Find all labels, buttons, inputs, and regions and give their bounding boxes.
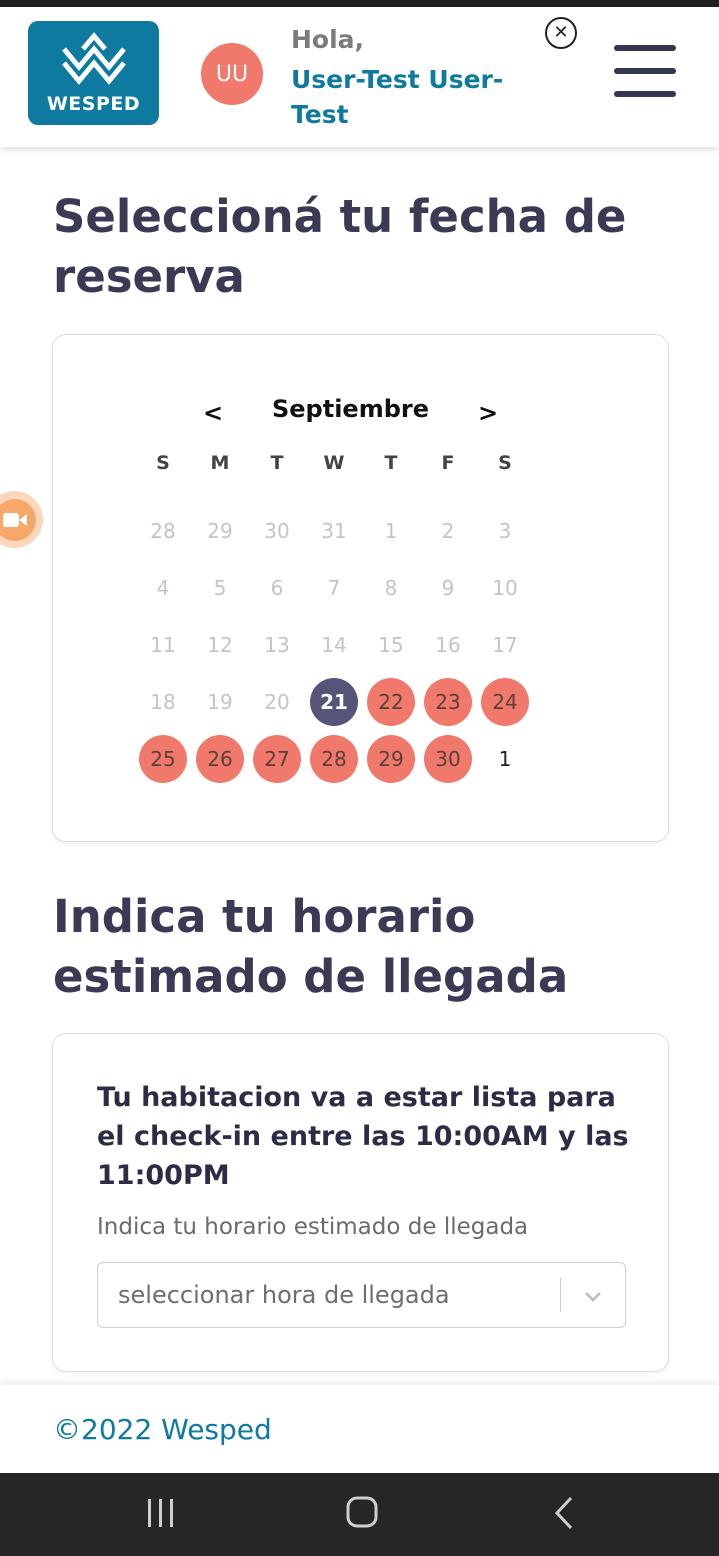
status-bar xyxy=(0,0,719,7)
calendar-day: 15 xyxy=(378,633,404,657)
calendar-day: 28 xyxy=(150,519,176,543)
calendar-day: 2 xyxy=(441,519,455,543)
next-month-button[interactable]: > xyxy=(478,399,498,427)
checkin-info-text: Tu habitacion va a estar lista para el c… xyxy=(97,1082,629,1191)
weekday-header: T xyxy=(384,452,398,474)
weekday-header: S xyxy=(156,452,170,474)
calendar-day: 6 xyxy=(270,576,284,600)
calendar-day[interactable]: 30 xyxy=(424,735,472,783)
video-call-button[interactable] xyxy=(0,491,43,548)
wesped-logo[interactable]: WESPED xyxy=(28,21,159,125)
calendar-day: 9 xyxy=(441,576,455,600)
menu-button[interactable] xyxy=(614,45,676,99)
calendar-day: 16 xyxy=(435,633,461,657)
calendar-day[interactable]: 28 xyxy=(310,735,358,783)
logo-text: WESPED xyxy=(46,93,141,115)
calendar-section-title: Seleccioná tu fecha de reserva xyxy=(53,190,627,303)
calendar-day: 3 xyxy=(498,519,512,543)
arrival-section-title: Indica tu horario estimado de llegada xyxy=(53,890,569,1003)
calendar-day: 7 xyxy=(327,576,341,600)
calendar-day[interactable]: 27 xyxy=(253,735,301,783)
calendar-day[interactable]: 22 xyxy=(367,678,415,726)
calendar-day: 8 xyxy=(384,576,398,600)
calendar-day[interactable]: 1 xyxy=(481,735,529,783)
arrival-field-label: Indica tu horario estimado de llegada xyxy=(97,1214,529,1240)
calendar-day[interactable]: 26 xyxy=(196,735,244,783)
calendar-day: 29 xyxy=(207,519,233,543)
greeting-text: Hola, xyxy=(291,25,365,54)
calendar-day: 17 xyxy=(492,633,518,657)
calendar-day: 20 xyxy=(264,690,290,714)
calendar-day: 13 xyxy=(264,633,290,657)
android-nav-bar xyxy=(0,1473,719,1556)
weekday-header: S xyxy=(498,452,512,474)
chevron-down-icon xyxy=(585,1292,601,1302)
menu-icon-bar-bottom xyxy=(614,91,676,97)
calendar-day: 5 xyxy=(213,576,227,600)
calendar-month: Septiembre xyxy=(271,395,430,423)
prev-month-button[interactable]: < xyxy=(203,399,223,427)
recents-icon[interactable] xyxy=(136,1493,186,1533)
calendar-day: 11 xyxy=(150,633,176,657)
calendar-day-selected[interactable]: 21 xyxy=(310,678,358,726)
calendar-day[interactable]: 25 xyxy=(139,735,187,783)
app-header: WESPED UU Hola, User-Test User-Test ✕ xyxy=(0,7,719,147)
calendar-card: < Septiembre > S M T W T F S 28 29 30 31 1 2 3 4 5 6 7 8 9 1… xyxy=(52,334,669,842)
copyright-text: ©2022 Wesped xyxy=(53,1413,272,1446)
select-divider xyxy=(560,1278,561,1312)
calendar-day[interactable]: 29 xyxy=(367,735,415,783)
page-footer: ©2022 Wesped xyxy=(0,1385,719,1473)
calendar-day[interactable]: 24 xyxy=(481,678,529,726)
home-icon[interactable] xyxy=(337,1493,387,1533)
calendar-day: 4 xyxy=(156,576,170,600)
video-camera-icon xyxy=(2,512,27,527)
weekday-header: W xyxy=(323,452,345,474)
arrival-card: Tu habitacion va a estar lista para el c… xyxy=(52,1033,669,1372)
user-name: User-Test User-Test xyxy=(291,65,504,129)
calendar-day: 18 xyxy=(150,690,176,714)
back-icon[interactable] xyxy=(540,1493,590,1533)
calendar-day: 14 xyxy=(321,633,347,657)
close-icon: ✕ xyxy=(553,22,569,43)
menu-icon-bar-top xyxy=(614,45,676,51)
weekday-header: M xyxy=(210,452,230,474)
weekday-header: F xyxy=(441,452,455,474)
arrival-time-select[interactable]: seleccionar hora de llegada xyxy=(97,1262,626,1328)
calendar-day[interactable]: 23 xyxy=(424,678,472,726)
arrival-select-placeholder: seleccionar hora de llegada xyxy=(118,1281,450,1309)
close-button[interactable]: ✕ xyxy=(545,17,577,49)
calendar-day: 19 xyxy=(207,690,233,714)
calendar-day: 30 xyxy=(264,519,290,543)
weekday-header: T xyxy=(270,452,284,474)
logo-mark-icon xyxy=(62,32,126,85)
user-avatar[interactable]: UU xyxy=(201,43,263,105)
calendar-day: 12 xyxy=(207,633,233,657)
calendar-day: 31 xyxy=(321,519,347,543)
calendar-day: 10 xyxy=(492,576,518,600)
menu-icon-bar-middle xyxy=(614,68,676,74)
calendar-day: 1 xyxy=(384,519,398,543)
